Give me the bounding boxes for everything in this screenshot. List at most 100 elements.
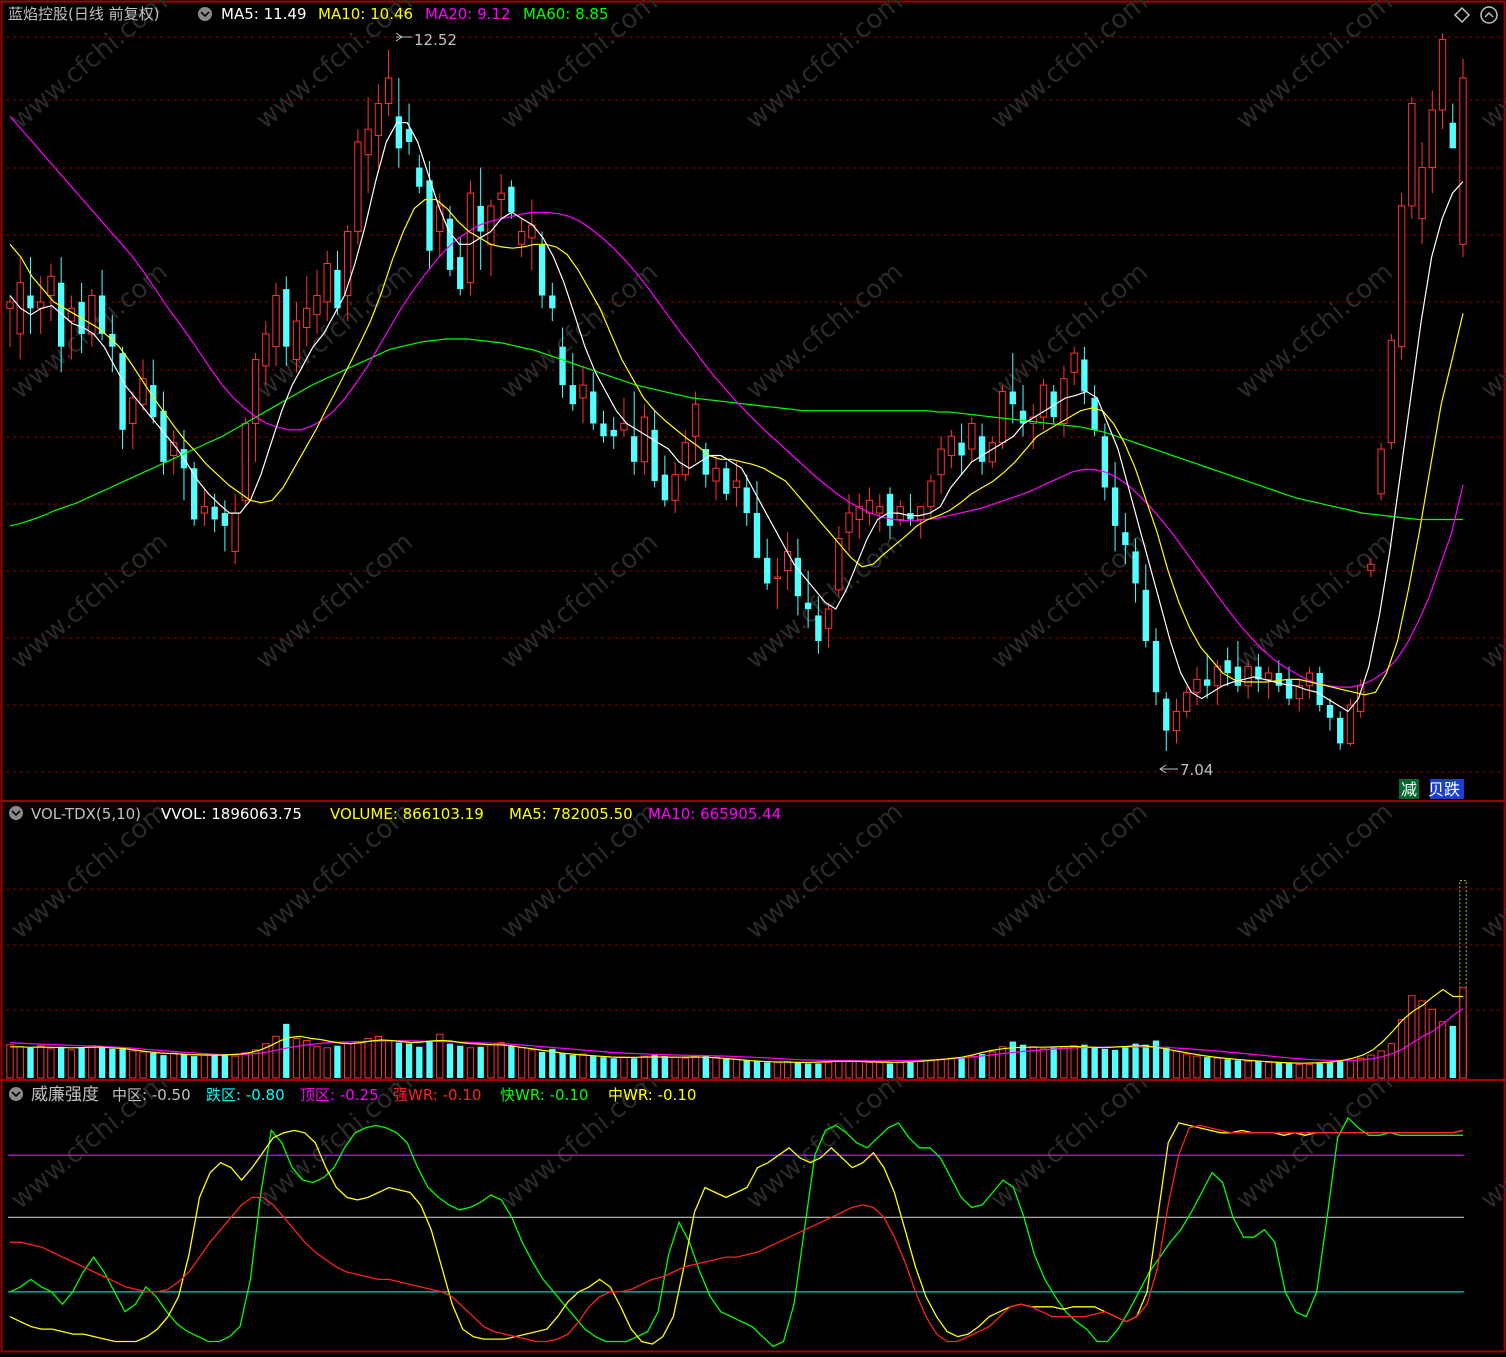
top-zone-readout: 顶区: -0.25	[300, 1086, 379, 1104]
candle-body-down	[794, 557, 802, 597]
volume-bar-down	[1050, 1047, 1057, 1078]
candle-body-up	[1459, 77, 1467, 245]
volume-bar-up	[1060, 1046, 1068, 1079]
volume-bar-up	[88, 1045, 96, 1079]
candle-body-up	[640, 416, 649, 463]
candle-body-down	[1111, 487, 1119, 526]
candle-body-up	[1387, 339, 1396, 444]
candle-body-down	[98, 295, 106, 334]
diamond-icon[interactable]	[1453, 6, 1471, 24]
chart-canvas[interactable]: www.cfchi.com www.cfchi.com www.cfchi.com w…	[0, 0, 1506, 1353]
volume-bar-down	[1255, 1061, 1262, 1078]
candle-body-up	[620, 422, 628, 431]
volume-bar-up	[835, 1060, 843, 1079]
wr-menu-icon[interactable]	[9, 1087, 23, 1101]
volume-bar-down	[27, 1047, 34, 1078]
candle-body-down	[631, 436, 638, 462]
candle-body-up	[6, 301, 14, 309]
watermark-text: www.cfchi.com	[985, 1067, 1154, 1215]
candle-body-up	[712, 467, 720, 482]
candle-body-down	[508, 186, 515, 213]
volume-bar-down	[1337, 1061, 1344, 1078]
candle-body-down	[549, 295, 556, 309]
volume-bar-down	[549, 1048, 556, 1078]
candle-body-up	[251, 358, 260, 424]
volume-bar-up	[323, 1047, 331, 1079]
volume-bar-up	[1305, 1063, 1314, 1079]
candle-body-down	[416, 167, 423, 187]
candle-body-up	[988, 442, 996, 463]
fall-badge[interactable]: 贝跌	[1428, 779, 1464, 799]
candle-body-down	[1163, 698, 1170, 731]
candle-body-up	[466, 192, 475, 284]
candle-body-down	[1224, 660, 1231, 674]
candle-body-up	[845, 512, 853, 533]
candle-body-down	[27, 295, 34, 309]
volume-bar-up	[917, 1060, 925, 1079]
volume-bar-down	[98, 1046, 106, 1078]
candle-body-down	[457, 257, 464, 290]
candle-body-down	[1234, 666, 1242, 686]
volume-bar-up	[364, 1037, 372, 1079]
candle-body-up	[876, 506, 884, 514]
volume-bar-down	[1316, 1063, 1323, 1078]
candle-body-down	[886, 493, 894, 526]
candle-body-down	[907, 513, 914, 520]
volume-bar-up	[968, 1055, 976, 1079]
volume-bar-up	[773, 1061, 782, 1079]
watermark-text: www.cfchi.com	[495, 527, 664, 675]
volume-bar-up	[1172, 1050, 1181, 1079]
volume-bar-up	[783, 1060, 792, 1079]
volume-bar-down	[723, 1058, 730, 1078]
candle-body-up	[1172, 710, 1181, 732]
candle-body-down	[1101, 436, 1109, 488]
volume-menu-icon[interactable]	[9, 806, 23, 820]
watermark-text: www.cfchi.com	[1230, 1067, 1399, 1215]
volume-bar-up	[47, 1048, 55, 1079]
candle-body-up	[88, 295, 96, 335]
candle-body-down	[958, 442, 965, 456]
reduce-badge[interactable]: 减	[1399, 779, 1419, 799]
volume-bar-down	[1132, 1043, 1139, 1078]
volume-bar-up	[1295, 1063, 1303, 1079]
volume-bar-down	[1326, 1062, 1334, 1078]
candle-body-up	[671, 474, 679, 501]
price-menu-icon[interactable]	[198, 7, 212, 21]
volume-bar-down	[191, 1056, 198, 1078]
watermark-text: www.cfchi.com	[1475, 1067, 1506, 1215]
candle-body-down	[753, 513, 761, 558]
fall-zone-readout: 跌区: -0.80	[206, 1086, 285, 1104]
volume-bar-up	[681, 1057, 690, 1079]
candle-body-down	[395, 116, 403, 149]
candle-body-up	[384, 77, 393, 105]
volume-bar-down	[651, 1055, 658, 1078]
price-header: 蓝焰控股(日线 前复权) MA5: 11.49 MA10: 10.46 MA20…	[8, 5, 1498, 24]
candle-body-up	[374, 103, 383, 137]
candle-body-up	[579, 384, 587, 399]
vol-ma5-readout: MA5: 782005.50	[509, 805, 633, 823]
volume-bar-up	[947, 1057, 956, 1079]
volume-readout: VOLUME: 866103.19	[330, 805, 484, 823]
watermark-text: www.cfchi.com	[1475, 257, 1506, 405]
volume-bar-down	[160, 1055, 167, 1078]
watermark-text: www.cfchi.com	[985, 797, 1154, 945]
volume-bar-down	[559, 1053, 566, 1078]
candle-body-up	[783, 550, 792, 572]
volume-bar-down	[1275, 1062, 1282, 1078]
candle-body-up	[313, 295, 321, 316]
volume-bar-up	[1387, 1043, 1396, 1079]
volume-bar-up	[1459, 987, 1467, 1079]
wr-indicator-chart[interactable]	[8, 1116, 1464, 1348]
volume-bar-up	[732, 1058, 741, 1079]
volume-bar-down	[958, 1057, 965, 1078]
volume-bar-up	[1029, 1046, 1037, 1079]
volume-bar-up	[1418, 1000, 1426, 1079]
candle-body-up	[231, 512, 239, 552]
volume-bar-up	[231, 1055, 239, 1079]
ma60-readout: MA60: 8.85	[523, 5, 609, 23]
chevron-up-icon[interactable]	[1480, 6, 1498, 24]
volume-bar-down	[1152, 1040, 1160, 1078]
volume-bar-down	[907, 1062, 914, 1078]
volume-bar-down	[109, 1048, 116, 1078]
volume-bar-up	[691, 1055, 700, 1079]
